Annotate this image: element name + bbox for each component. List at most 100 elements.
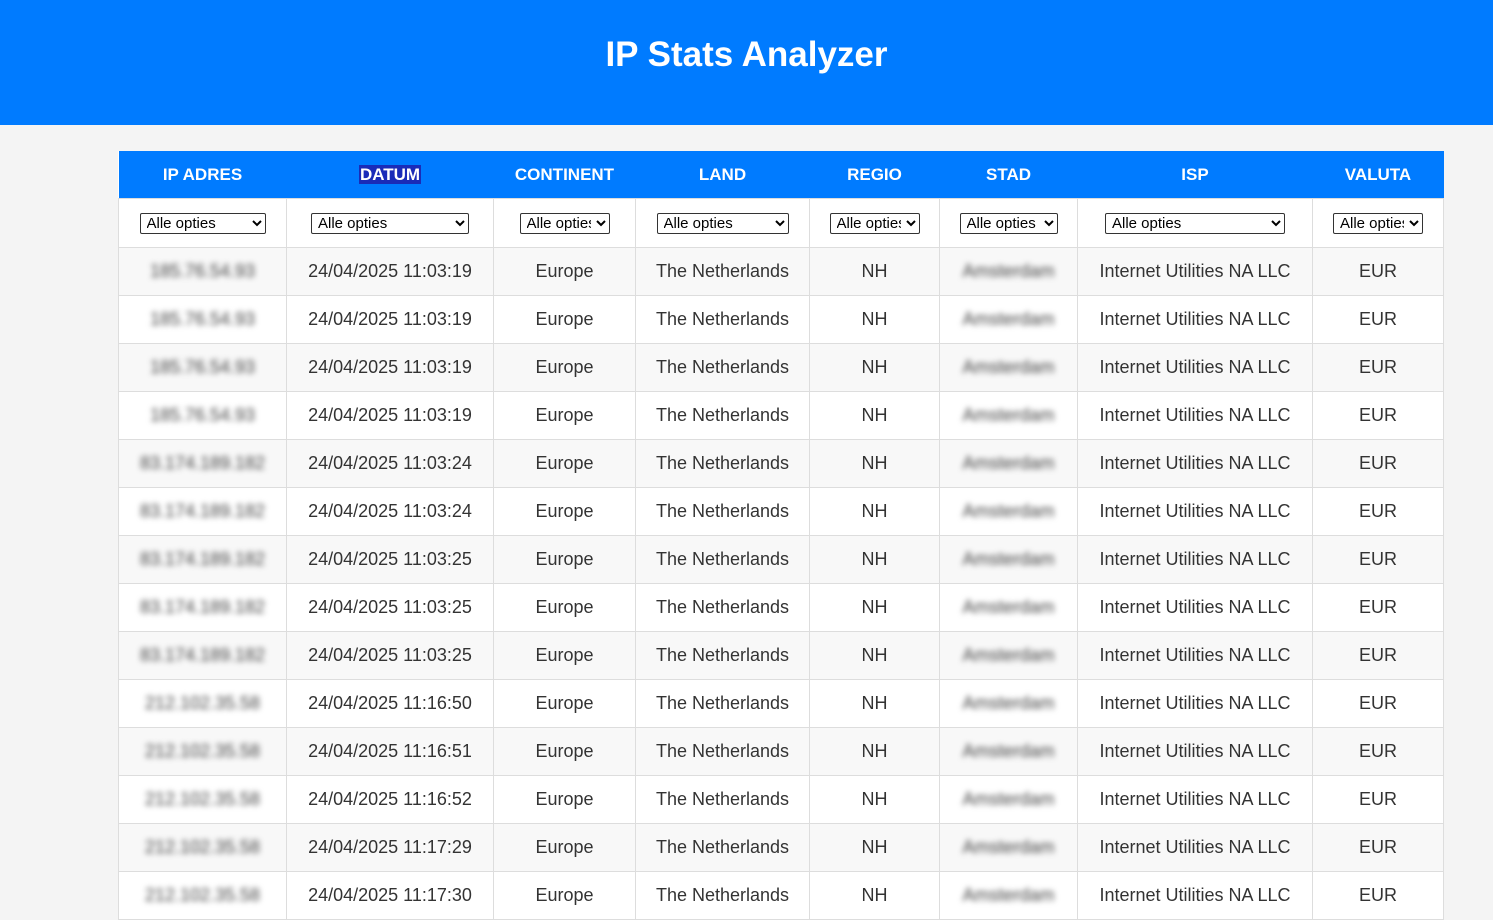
column-header-land[interactable]: LAND — [635, 151, 810, 199]
cell-isp: Internet Utilities NA LLC — [1077, 247, 1313, 296]
column-header-continent[interactable]: CONTINENT — [493, 151, 636, 199]
cell-country-value: The Netherlands — [655, 357, 790, 377]
cell-isp: Internet Utilities NA LLC — [1077, 391, 1313, 440]
cell-currency: EUR — [1312, 679, 1444, 728]
cell-currency: EUR — [1312, 583, 1444, 632]
cell-continent-value: Europe — [535, 597, 594, 617]
cell-ip-address: 185.76.54.93 — [118, 295, 287, 344]
cell-ip-address: 212.102.35.58 — [118, 775, 287, 824]
column-header-regio[interactable]: REGIO — [809, 151, 940, 199]
cell-isp-value: Internet Utilities NA LLC — [1099, 549, 1291, 569]
cell-continent: Europe — [493, 295, 636, 344]
cell-currency-value: EUR — [1358, 837, 1397, 857]
cell-continent: Europe — [493, 535, 636, 584]
filter-select-stad[interactable]: Alle opties — [959, 212, 1058, 234]
table-row: 212.102.35.58 24/04/2025 11:16:51 Europe Th… — [118, 727, 1444, 776]
cell-country-value: The Netherlands — [655, 597, 790, 617]
cell-date: 24/04/2025 11:03:24 — [286, 439, 494, 488]
cell-currency: EUR — [1312, 727, 1444, 776]
cell-date-value: 24/04/2025 11:16:51 — [308, 741, 472, 761]
cell-currency: EUR — [1312, 487, 1444, 536]
cell-city-value: Amsterdam — [962, 501, 1055, 521]
cell-region-value: NH — [861, 789, 888, 809]
cell-date-value: 24/04/2025 11:03:19 — [308, 261, 472, 281]
cell-isp-value: Internet Utilities NA LLC — [1099, 693, 1291, 713]
cell-region-value: NH — [861, 453, 888, 473]
cell-isp-value: Internet Utilities NA LLC — [1099, 501, 1291, 521]
table-row: 83.174.189.182 24/04/2025 11:03:25 Europe T… — [118, 583, 1444, 632]
cell-isp-value: Internet Utilities NA LLC — [1099, 645, 1291, 665]
cell-region: NH — [809, 631, 940, 680]
cell-isp-value: Internet Utilities NA LLC — [1099, 597, 1291, 617]
cell-ip-address: 83.174.189.182 — [118, 535, 287, 584]
cell-region-value: NH — [861, 261, 888, 281]
column-header-isp[interactable]: ISP — [1077, 151, 1313, 199]
cell-ip-address-value: 83.174.189.182 — [139, 453, 266, 473]
filter-cell: Alle opties — [493, 198, 636, 248]
cell-currency: EUR — [1312, 343, 1444, 392]
cell-region: NH — [809, 247, 940, 296]
cell-city: Amsterdam — [939, 487, 1078, 536]
cell-ip-address-value: 83.174.189.182 — [139, 597, 266, 617]
filter-select-valuta[interactable]: Alle opties — [1333, 212, 1423, 234]
filter-cell: Alle opties — [286, 198, 494, 248]
filter-select-isp[interactable]: Alle opties — [1105, 212, 1285, 234]
cell-country-value: The Netherlands — [655, 549, 790, 569]
cell-region: NH — [809, 679, 940, 728]
filter-cell: Alle opties — [1077, 198, 1313, 248]
cell-currency: EUR — [1312, 823, 1444, 872]
cell-continent: Europe — [493, 823, 636, 872]
column-header-label: VALUTA — [1344, 164, 1412, 184]
cell-isp-value: Internet Utilities NA LLC — [1099, 885, 1291, 905]
table-row: 212.102.35.58 24/04/2025 11:16:50 Europe Th… — [118, 679, 1444, 728]
cell-city-value: Amsterdam — [962, 405, 1055, 425]
cell-country-value: The Netherlands — [655, 741, 790, 761]
cell-continent: Europe — [493, 775, 636, 824]
cell-currency: EUR — [1312, 391, 1444, 440]
cell-continent-value: Europe — [535, 309, 594, 329]
cell-city-value: Amsterdam — [962, 261, 1055, 281]
column-header-ip[interactable]: IP ADRES — [118, 151, 287, 199]
cell-city: Amsterdam — [939, 871, 1078, 920]
table-row: 83.174.189.182 24/04/2025 11:03:25 Europe T… — [118, 535, 1444, 584]
cell-city: Amsterdam — [939, 727, 1078, 776]
cell-country-value: The Netherlands — [655, 693, 790, 713]
filter-select-land[interactable]: Alle opties — [656, 212, 789, 234]
cell-city-value: Amsterdam — [962, 837, 1055, 857]
cell-currency-value: EUR — [1358, 501, 1397, 521]
cell-region: NH — [809, 535, 940, 584]
column-header-valuta[interactable]: VALUTA — [1312, 151, 1444, 199]
cell-ip-address-value: 83.174.189.182 — [139, 501, 266, 521]
column-header-label: STAD — [985, 164, 1031, 184]
cell-currency-value: EUR — [1358, 645, 1397, 665]
column-header-stad[interactable]: STAD — [939, 151, 1078, 199]
cell-country-value: The Netherlands — [655, 309, 790, 329]
table-row: 212.102.35.58 24/04/2025 11:17:29 Europe Th… — [118, 823, 1444, 872]
cell-country: The Netherlands — [635, 247, 810, 296]
cell-country-value: The Netherlands — [655, 789, 790, 809]
filter-select-datum[interactable]: Alle opties — [311, 212, 469, 234]
column-header-datum[interactable]: DATUM — [286, 151, 494, 199]
cell-country: The Netherlands — [635, 487, 810, 536]
filter-select-regio[interactable]: Alle opties — [829, 212, 920, 234]
cell-ip-address-value: 212.102.35.58 — [144, 693, 261, 713]
cell-continent-value: Europe — [535, 789, 594, 809]
cell-country: The Netherlands — [635, 631, 810, 680]
cell-city-value: Amsterdam — [962, 453, 1055, 473]
filter-cell: Alle opties — [635, 198, 810, 248]
cell-currency-value: EUR — [1358, 741, 1397, 761]
cell-region: NH — [809, 439, 940, 488]
filter-select-ip[interactable]: Alle opties — [139, 212, 266, 234]
cell-isp: Internet Utilities NA LLC — [1077, 535, 1313, 584]
cell-date-value: 24/04/2025 11:16:50 — [308, 693, 472, 713]
cell-isp-value: Internet Utilities NA LLC — [1099, 789, 1291, 809]
cell-isp-value: Internet Utilities NA LLC — [1099, 741, 1291, 761]
filter-select-continent[interactable]: Alle opties — [519, 212, 610, 234]
cell-country: The Netherlands — [635, 871, 810, 920]
page-title: IP Stats Analyzer — [605, 35, 888, 74]
cell-isp: Internet Utilities NA LLC — [1077, 487, 1313, 536]
cell-isp-value: Internet Utilities NA LLC — [1099, 357, 1291, 377]
cell-currency-value: EUR — [1358, 357, 1397, 377]
cell-city: Amsterdam — [939, 631, 1078, 680]
cell-currency: EUR — [1312, 631, 1444, 680]
